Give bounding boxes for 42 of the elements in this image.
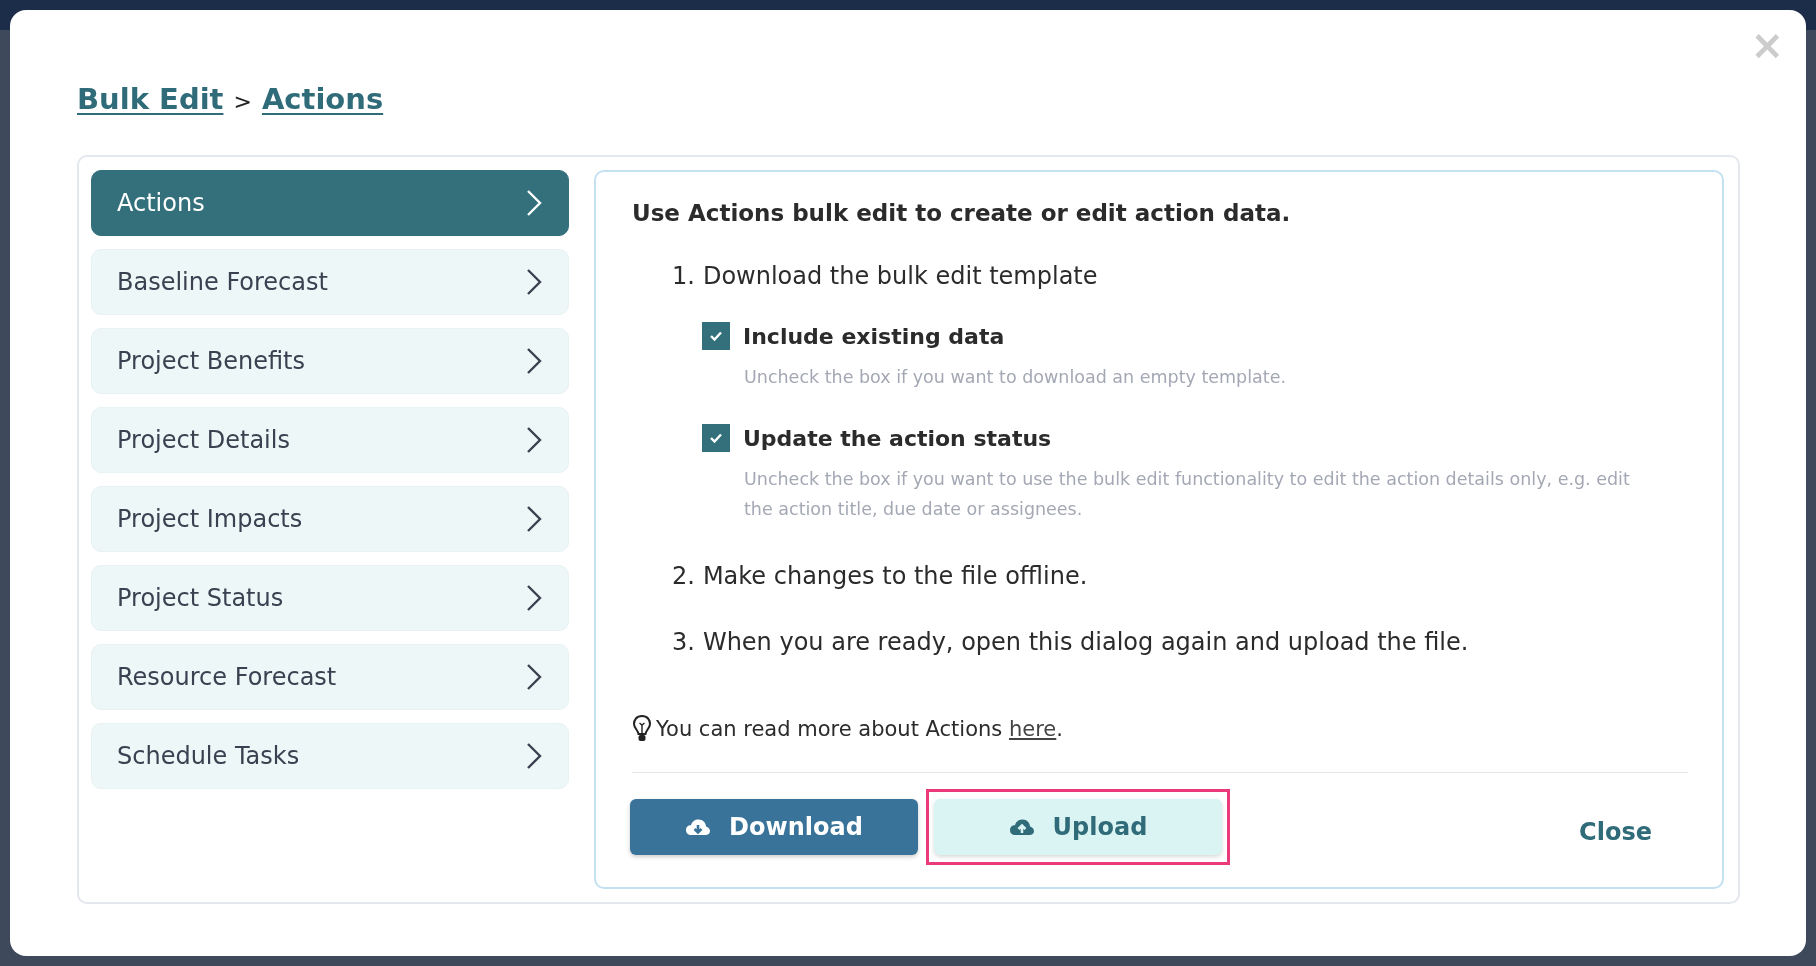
step-number: 2. bbox=[672, 562, 695, 590]
step-number: 1. bbox=[672, 262, 695, 290]
close-button[interactable]: Close bbox=[1575, 804, 1656, 860]
breadcrumb-link[interactable]: Actions bbox=[261, 82, 384, 116]
step-text: When you are ready, open this dialog again and upload the file. bbox=[702, 628, 1469, 656]
chevron-right-icon bbox=[526, 584, 542, 612]
step-text: Download the bulk edit template bbox=[702, 262, 1098, 290]
checkbox-label: Update the action status bbox=[743, 425, 1052, 451]
download-button[interactable]: Download bbox=[630, 799, 918, 855]
sidebar-item[interactable]: Project Benefits bbox=[91, 328, 569, 394]
chevron-right-icon bbox=[526, 426, 542, 454]
cloud-upload-icon bbox=[1008, 817, 1035, 837]
instructions-heading: Use Actions bulk edit to create or edit action data. bbox=[632, 200, 1292, 226]
checkmark-icon bbox=[709, 330, 723, 342]
chevron-right-icon bbox=[526, 663, 542, 691]
checkbox[interactable] bbox=[702, 424, 730, 452]
hint-text: Uncheck the box if you want to use the bulk edit functionality to edit the action details only, e.g. edit the action title, due date or assignees. bbox=[744, 468, 1631, 521]
chevron-right-icon bbox=[526, 505, 542, 533]
sidebar-item[interactable]: Project Details bbox=[91, 407, 569, 473]
sidebar-item[interactable]: Project Status bbox=[91, 565, 569, 631]
cloud-download-icon bbox=[685, 817, 712, 837]
tip-text: You can read more about Actions here. bbox=[656, 717, 1063, 741]
hint-text: Uncheck the box if you want to download an empty template. bbox=[744, 366, 1287, 389]
chevron-right-icon bbox=[526, 347, 542, 375]
sidebar-item[interactable]: Actions bbox=[91, 170, 569, 236]
step-number: 3. bbox=[672, 628, 695, 656]
breadcrumb-link[interactable]: Bulk Edit bbox=[77, 82, 224, 116]
chevron-right-icon bbox=[526, 189, 542, 217]
step-text: Make changes to the file offline. bbox=[702, 562, 1088, 590]
sidebar-item[interactable]: Resource Forecast bbox=[91, 644, 569, 710]
sidebar-item[interactable]: Schedule Tasks bbox=[91, 723, 569, 789]
link[interactable]: here bbox=[1008, 717, 1057, 741]
sidebar-item[interactable]: Baseline Forecast bbox=[91, 249, 569, 315]
chevron-right-icon bbox=[526, 742, 542, 770]
sidebar-item[interactable]: Project Impacts bbox=[91, 486, 569, 552]
lightbulb-icon bbox=[632, 714, 652, 744]
checkbox[interactable] bbox=[702, 322, 730, 350]
chevron-right-icon bbox=[526, 268, 542, 296]
checkmark-icon bbox=[709, 432, 723, 444]
checkbox-label: Include existing data bbox=[743, 323, 1005, 349]
upload-button[interactable]: Upload bbox=[934, 799, 1222, 855]
breadcrumb-separator: > bbox=[233, 89, 252, 114]
